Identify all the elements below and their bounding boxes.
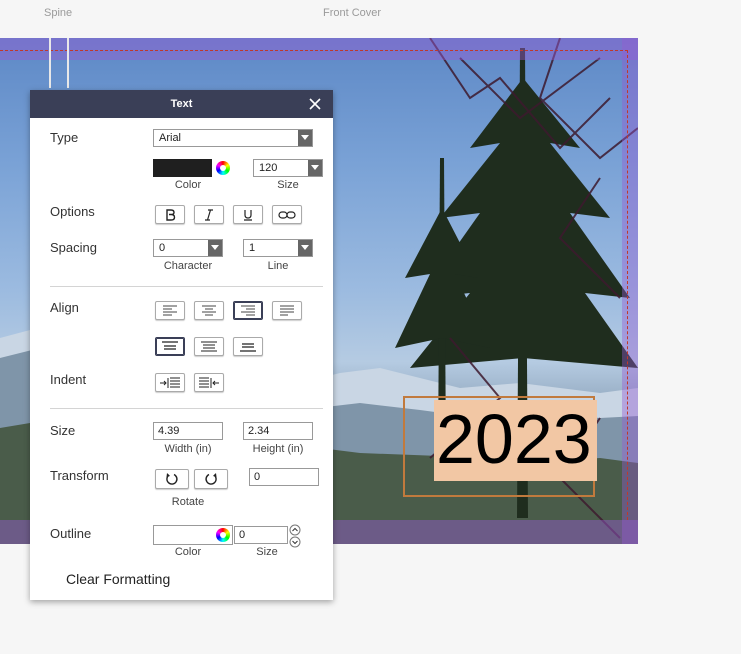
indent-increase-button[interactable]: [155, 373, 185, 392]
year-text-box[interactable]: 2023: [403, 396, 597, 497]
align-label: Align: [50, 300, 79, 315]
rotate-input[interactable]: 0: [249, 468, 319, 486]
bold-button[interactable]: [155, 205, 185, 224]
chevron-down-icon: [298, 240, 312, 256]
align-center-icon: [202, 305, 216, 316]
rotate-right-icon: [205, 473, 217, 485]
indent-decrease-icon: [199, 377, 219, 388]
outline-color-wheel-icon[interactable]: [216, 528, 230, 542]
height-caption: Height (in): [252, 443, 304, 455]
italic-icon: [205, 208, 213, 221]
chevron-down-icon: [298, 130, 312, 146]
text-color-swatch[interactable]: [153, 159, 212, 177]
size-label: Size: [50, 423, 76, 438]
size-caption: Size: [277, 179, 299, 191]
justify-button[interactable]: [272, 301, 302, 320]
align-right-button[interactable]: [233, 301, 263, 320]
front-cover-label: Front Cover: [323, 7, 382, 19]
options-label: Options: [50, 204, 95, 219]
link-button[interactable]: [272, 205, 302, 224]
align-center-button[interactable]: [194, 301, 224, 320]
safe-area-guide-right: [627, 50, 628, 520]
clear-formatting-link[interactable]: Clear Formatting: [66, 571, 170, 587]
divider: [50, 286, 323, 287]
line-caption: Line: [267, 260, 289, 272]
justify-icon: [280, 305, 294, 316]
underline-icon: [244, 209, 252, 221]
valign-top-button[interactable]: [155, 337, 185, 356]
width-input[interactable]: 4.39: [153, 422, 223, 440]
panel-title: Text: [170, 98, 193, 110]
outline-size-stepper[interactable]: [289, 524, 301, 548]
color-caption: Color: [174, 179, 202, 191]
year-text[interactable]: 2023: [436, 396, 592, 482]
rotate-left-button[interactable]: [155, 469, 189, 489]
valign-bottom-icon: [240, 343, 256, 352]
align-left-icon: [163, 305, 177, 316]
panel-header: Text: [30, 90, 333, 118]
divider: [50, 408, 323, 409]
character-spacing-select[interactable]: 0: [153, 239, 223, 257]
close-icon[interactable]: [307, 96, 323, 112]
transform-label: Transform: [50, 468, 109, 483]
align-right-icon: [241, 305, 255, 316]
spacing-label: Spacing: [50, 240, 97, 255]
spine-guide-right: [67, 38, 69, 88]
underline-button[interactable]: [233, 205, 263, 224]
character-caption: Character: [163, 260, 213, 272]
valign-middle-button[interactable]: [194, 337, 224, 356]
spine-label: Spine: [44, 7, 73, 19]
font-select[interactable]: Arial: [153, 129, 313, 147]
character-spacing-value: 0: [159, 242, 166, 254]
valign-middle-icon: [201, 341, 217, 352]
font-value: Arial: [159, 132, 182, 144]
bold-icon: [166, 208, 176, 221]
safe-area-guide: [0, 50, 628, 51]
valign-bottom-button[interactable]: [233, 337, 263, 356]
type-label: Type: [50, 130, 79, 145]
rotate-left-icon: [166, 473, 178, 485]
bleed-area-top: [0, 38, 638, 60]
rotate-caption: Rotate: [171, 496, 205, 508]
outline-color-caption: Color: [174, 546, 202, 558]
color-wheel-icon[interactable]: [216, 161, 230, 175]
text-panel: Text Type Arial 120 Color Size Options S…: [30, 90, 333, 600]
height-input[interactable]: 2.34: [243, 422, 313, 440]
align-left-button[interactable]: [155, 301, 185, 320]
valign-top-icon: [162, 341, 178, 350]
font-size-select[interactable]: 120: [253, 159, 323, 177]
outline-size-caption: Size: [256, 546, 278, 558]
chevron-down-icon: [308, 160, 322, 176]
rotate-right-button[interactable]: [194, 469, 228, 489]
line-spacing-select[interactable]: 1: [243, 239, 313, 257]
outline-label: Outline: [50, 526, 92, 541]
indent-increase-icon: [160, 377, 180, 388]
line-spacing-value: 1: [249, 242, 256, 254]
font-size-value: 120: [259, 162, 278, 174]
spine-guide-left: [49, 38, 51, 88]
indent-decrease-button[interactable]: [194, 373, 224, 392]
chevron-down-icon: [208, 240, 222, 256]
bleed-area-right: [622, 38, 638, 544]
italic-button[interactable]: [194, 205, 224, 224]
indent-label: Indent: [50, 372, 87, 387]
outline-size-input[interactable]: 0: [234, 526, 288, 544]
link-icon: [278, 210, 296, 219]
width-caption: Width (in): [164, 443, 212, 455]
